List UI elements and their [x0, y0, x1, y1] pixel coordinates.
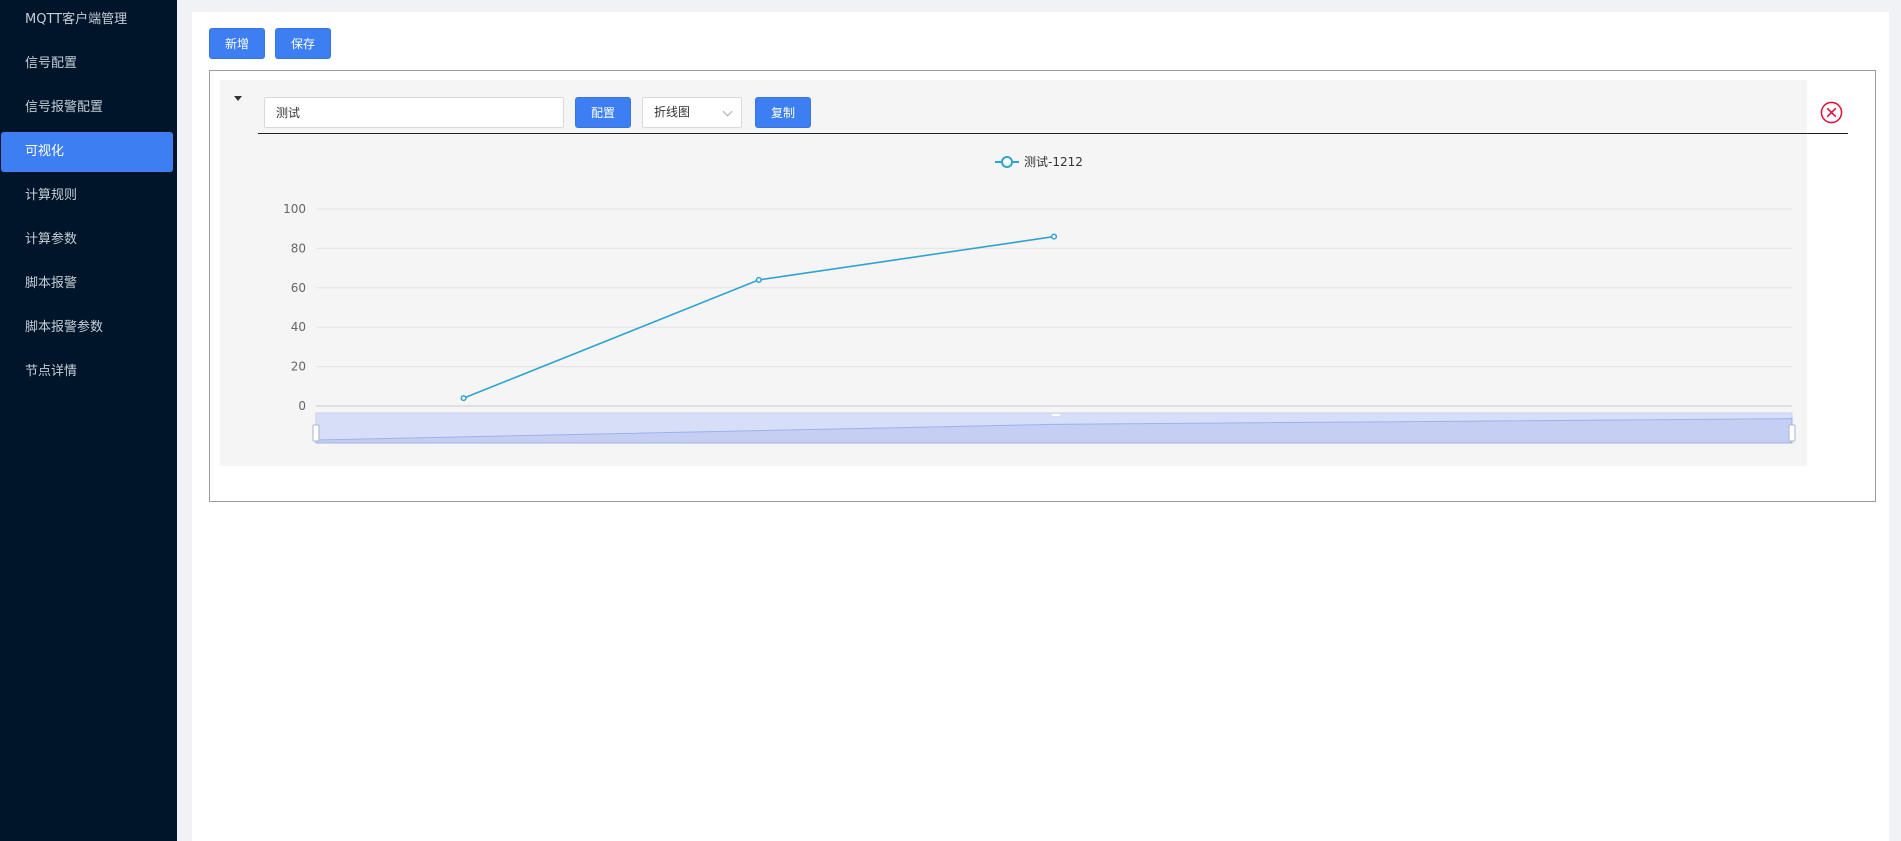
y-tick-label: 80: [291, 241, 306, 255]
menu-item-mqtt-client[interactable]: MQTT客户端管理: [1, 0, 173, 40]
y-tick-label: 60: [291, 281, 306, 295]
series-line: [463, 235, 1055, 399]
add-button[interactable]: 新增: [209, 28, 266, 59]
sidebar-menu: MQTT客户端管理 信号配置 信号报警配置 可视化 计算规则 计算参数 脚本报警…: [0, 0, 177, 841]
data-point[interactable]: [755, 276, 762, 283]
data-point[interactable]: [460, 395, 467, 402]
datazoom-handle-right[interactable]: [1788, 424, 1796, 442]
legend-label[interactable]: 测试-1212: [1024, 154, 1083, 169]
menu-item-signal-config[interactable]: 信号配置: [1, 44, 173, 84]
datazoom-handle-left[interactable]: [312, 424, 320, 442]
line-chart[interactable]: 0 20 40 60 80 100 测试-1212: [220, 80, 1807, 466]
y-tick-label: 100: [283, 202, 306, 216]
chart-card: 配置 折线图 复制 020406080100 测试-1212: [220, 80, 1848, 466]
menu-item-calc-rules[interactable]: 计算规则: [1, 176, 173, 216]
menu-item-calc-params[interactable]: 计算参数: [1, 220, 173, 260]
y-axis-ticks: 0 20 40 60 80 100: [283, 202, 306, 413]
datazoom-move-handle[interactable]: [1052, 414, 1060, 416]
y-tick-label: 0: [298, 399, 306, 413]
menu-item-script-alarm[interactable]: 脚本报警: [1, 264, 173, 304]
data-point[interactable]: [1050, 233, 1058, 240]
y-tick-label: 20: [291, 360, 306, 374]
menu-item-signal-alarm-config[interactable]: 信号报警配置: [1, 88, 173, 128]
chart-list-panel: 配置 折线图 复制 020406080100 测试-1212: [209, 70, 1876, 502]
datazoom-slider[interactable]: [312, 412, 1796, 444]
legend-marker-icon: [1001, 156, 1013, 168]
main-content: 新增 保存 配置 折线图 复制 020406080100 测试-1212: [192, 12, 1889, 841]
chart-legend[interactable]: 测试-1212: [995, 154, 1083, 169]
save-button[interactable]: 保存: [275, 28, 332, 59]
menu-item-script-alarm-params[interactable]: 脚本报警参数: [1, 308, 173, 348]
y-tick-label: 40: [291, 320, 306, 334]
menu-item-visualization[interactable]: 可视化: [1, 132, 173, 172]
chart-series: [460, 233, 1058, 402]
menu-item-node-details[interactable]: 节点详情: [1, 352, 173, 392]
close-circle-icon[interactable]: [1820, 101, 1843, 124]
